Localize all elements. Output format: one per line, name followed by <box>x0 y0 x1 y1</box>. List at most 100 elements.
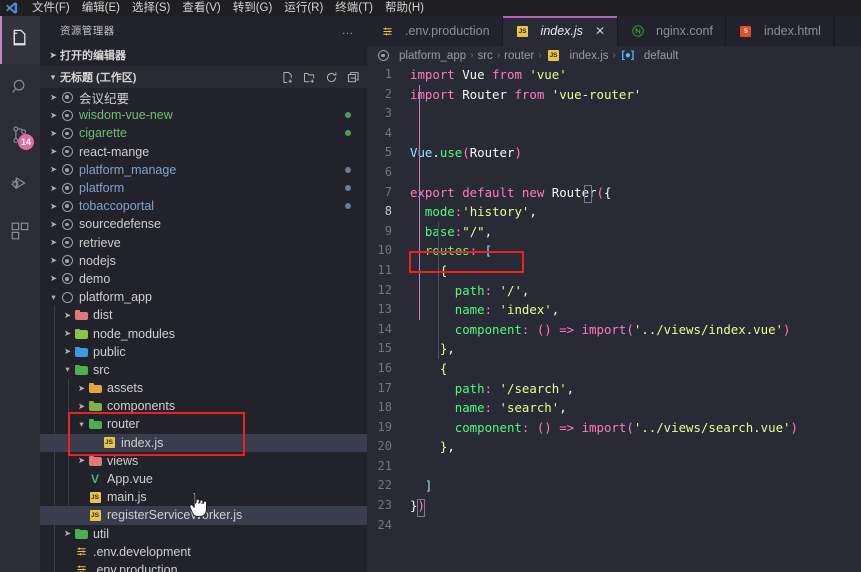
collapse-all-icon[interactable] <box>347 71 360 84</box>
sidebar-more-actions-icon[interactable]: … <box>342 23 356 37</box>
code-editor[interactable]: 1 import Vue from 'vue' 2 import Router fro… <box>367 65 861 572</box>
editor-tab-label: index.html <box>763 24 821 38</box>
code-line: 14 component: () => import('../views/ind… <box>367 320 861 340</box>
tree-item-main-js[interactable]: JS main.js <box>40 488 367 507</box>
menu-run[interactable]: 运行(R) <box>278 0 329 16</box>
tree-item-nodejs[interactable]: ➤ nodejs <box>40 252 367 270</box>
chevron-right-icon[interactable]: ➤ <box>48 128 59 139</box>
menu-terminal[interactable]: 终端(T) <box>329 0 379 16</box>
chevron-down-icon[interactable]: ▾ <box>62 364 73 375</box>
chevron-right-icon[interactable]: ➤ <box>76 401 87 412</box>
activity-extensions[interactable] <box>0 208 40 256</box>
code-line-text: import Router from 'vue-router' <box>410 86 642 102</box>
refresh-icon[interactable] <box>325 71 338 84</box>
html-file-icon: 5 <box>738 25 754 37</box>
breadcrumb-item-src[interactable]: src <box>477 50 492 62</box>
tree-item-label: nodejs <box>79 253 116 268</box>
tree-item-platform-app[interactable]: ▾ platform_app <box>40 288 367 306</box>
chevron-right-icon[interactable]: ➤ <box>48 164 59 175</box>
tree-item-public[interactable]: ➤ public <box>40 342 367 361</box>
tree-item-label: views <box>107 453 139 468</box>
tree-item-label: tobaccoportal <box>79 199 155 214</box>
tree-indent-guide <box>68 379 69 398</box>
chevron-right-icon[interactable]: ➤ <box>48 146 59 157</box>
chevron-right-icon[interactable]: ➤ <box>48 273 59 284</box>
tree-item-index-js[interactable]: JS index.js <box>40 433 367 452</box>
tree-item-components[interactable]: ➤ components <box>40 397 367 416</box>
tree-item-registerserviceworker-js[interactable]: JS registerServiceWorker.js <box>40 506 367 525</box>
breadcrumb-item-router[interactable]: router <box>504 50 534 62</box>
chevron-right-icon[interactable]: ➤ <box>48 183 59 194</box>
tree-item-node-modules[interactable]: ➤ node_modules <box>40 324 367 343</box>
menu-file[interactable]: 文件(F) <box>26 0 76 16</box>
menu-selection[interactable]: 选择(S) <box>126 0 176 16</box>
nginx-file-icon <box>630 25 646 37</box>
menu-help[interactable]: 帮助(H) <box>379 0 430 16</box>
section-open-editors[interactable]: ➤ 打开的编辑器 <box>40 44 367 66</box>
vscode-window: 文件(F) 编辑(E) 选择(S) 查看(V) 转到(G) 运行(R) 终端(T… <box>0 0 861 572</box>
menu-edit[interactable]: 编辑(E) <box>76 0 126 16</box>
tree-item-app-vue[interactable]: V App.vue <box>40 469 367 489</box>
folder-icon <box>73 346 89 357</box>
chevron-right-icon[interactable]: ➤ <box>48 219 59 230</box>
tree-item-platform-manage[interactable]: ➤ platform_manage <box>40 161 367 179</box>
code-line-text: name: 'search', <box>410 400 567 416</box>
editor-tab-env-production[interactable]: .env.production <box>367 16 503 46</box>
tree-item-wisdom-vue-new[interactable]: ➤ wisdom-vue-new <box>40 106 367 124</box>
line-number: 16 <box>377 360 392 375</box>
search-icon <box>9 76 31 101</box>
settings-file-icon <box>379 26 395 37</box>
editor-tab-nginx-conf[interactable]: nginx.conf <box>618 16 726 46</box>
bracket-match-open <box>584 185 592 203</box>
activity-run-debug[interactable] <box>0 160 40 208</box>
tree-item-env-development[interactable]: .env.development <box>40 542 367 561</box>
editor-tab-index-html[interactable]: 5 index.html <box>725 16 834 46</box>
chevron-right-icon[interactable]: ➤ <box>62 310 73 321</box>
tree-item-src[interactable]: ▾ src <box>40 360 367 379</box>
activity-explorer[interactable] <box>0 16 40 64</box>
chevron-right-icon[interactable]: ➤ <box>62 328 73 339</box>
new-file-icon[interactable] <box>281 71 294 84</box>
breadcrumb-item-platform-app[interactable]: platform_app <box>375 50 466 62</box>
breadcrumb-item-index-js[interactable]: JS index.js <box>546 50 609 62</box>
chevron-right-icon[interactable]: ➤ <box>48 201 59 212</box>
section-workspace[interactable]: ▾ 无标题 (工作区) <box>40 66 367 88</box>
tree-item-util[interactable]: ➤ util <box>40 524 367 543</box>
chevron-right-icon[interactable]: ➤ <box>62 528 73 539</box>
tree-item-demo[interactable]: ➤ demo <box>40 270 367 288</box>
chevron-right-icon[interactable]: ➤ <box>76 383 87 394</box>
tree-item-platform[interactable]: ➤ platform <box>40 179 367 197</box>
close-icon[interactable]: ✕ <box>595 24 605 38</box>
chevron-right-icon[interactable]: ➤ <box>62 346 73 357</box>
chevron-right-icon[interactable]: ➤ <box>48 237 59 248</box>
tree-item-retrieve[interactable]: ➤ retrieve <box>40 234 367 252</box>
tree-item-views[interactable]: ➤ views <box>40 451 367 470</box>
new-folder-icon[interactable] <box>303 71 316 84</box>
chevron-down-icon[interactable]: ▾ <box>76 419 87 430</box>
tree-item-sourcedefense[interactable]: ➤ sourcedefense <box>40 215 367 233</box>
tree-indent-guide <box>54 488 55 507</box>
breadcrumb-item-default[interactable]: [●] default <box>620 50 679 62</box>
chevron-right-icon[interactable]: ➤ <box>48 92 59 103</box>
tree-item-tobaccoportal[interactable]: ➤ tobaccoportal <box>40 197 367 215</box>
chevron-right-icon[interactable]: ➤ <box>76 455 87 466</box>
menu-view[interactable]: 查看(V) <box>176 0 226 16</box>
editor-tab-index-js[interactable]: JS index.js ✕ <box>502 16 618 46</box>
tree-item-[interactable]: ➤ 会议纪要 <box>40 88 367 106</box>
activity-search[interactable] <box>0 64 40 112</box>
tree-item-label: App.vue <box>107 472 153 487</box>
settings-file-icon <box>73 546 89 557</box>
tree-item-assets[interactable]: ➤ assets <box>40 379 367 398</box>
activity-source-control[interactable]: 14 <box>0 112 40 160</box>
tree-item-env-production[interactable]: .env.production <box>40 560 367 572</box>
tree-item-router[interactable]: ▾ router <box>40 415 367 434</box>
code-line: 17 path: '/search', <box>367 379 861 399</box>
tree-item-react-mange[interactable]: ➤ react-mange <box>40 143 367 161</box>
menu-go[interactable]: 转到(G) <box>227 0 279 16</box>
chevron-right-icon[interactable]: ➤ <box>48 110 59 121</box>
tree-item-dist[interactable]: ➤ dist <box>40 306 367 325</box>
chevron-right-icon[interactable]: ➤ <box>48 255 59 266</box>
chevron-down-icon[interactable]: ▾ <box>48 292 59 303</box>
tree-item-cigarette[interactable]: ➤ cigarette <box>40 124 367 142</box>
open-circle-icon <box>59 291 75 303</box>
